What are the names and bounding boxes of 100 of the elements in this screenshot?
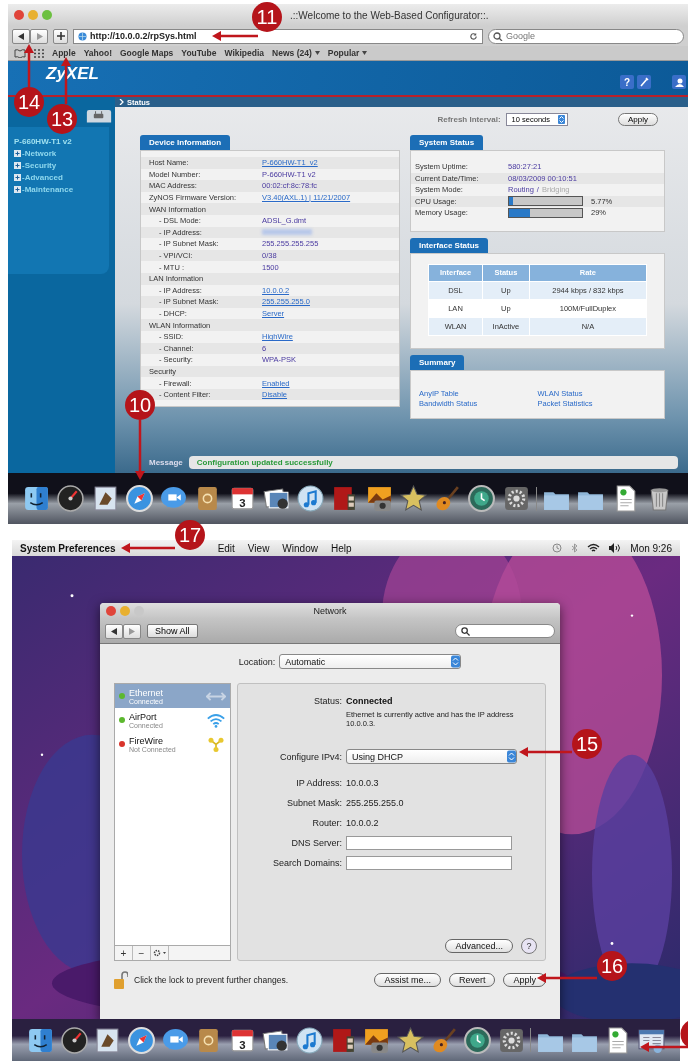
field-label: Search Domains: — [271, 857, 342, 868]
wifi-icon[interactable] — [587, 543, 601, 553]
bookmark-link[interactable]: YouTube — [181, 48, 217, 58]
window-title: .::Welcome to the Web-Based Configurator::. — [290, 9, 489, 21]
configure-dropdown[interactable]: Using DHCP — [346, 749, 517, 765]
star-icon[interactable] — [395, 1025, 425, 1055]
clock-icon[interactable] — [467, 484, 497, 513]
gear-icon — [152, 949, 167, 957]
left-arrow-icon — [17, 32, 25, 40]
reload-icon[interactable] — [469, 31, 478, 41]
field-value: 10.0.0.2 — [346, 817, 379, 828]
back-button[interactable] — [12, 28, 30, 44]
field-label: Configure IPv4: — [278, 751, 342, 762]
music-disc-icon[interactable] — [295, 1025, 324, 1055]
menu-item[interactable]: View — [247, 542, 270, 554]
window-title: Network — [312, 606, 348, 616]
callout-marker: 11 — [252, 2, 282, 32]
callout-arrow — [121, 543, 175, 553]
menu-clock[interactable]: Mon 9:26 — [630, 542, 672, 554]
bookmark-link[interactable]: Apple — [52, 48, 76, 58]
grid-icon[interactable] — [34, 48, 44, 58]
wand-icon[interactable] — [637, 75, 651, 89]
gauge-icon[interactable] — [59, 1025, 89, 1055]
callout-marker: 17 — [175, 520, 205, 550]
field-label: DNS Server: — [290, 837, 342, 848]
plus-icon — [56, 32, 65, 40]
right-arrow-icon — [129, 627, 135, 635]
compass-icon[interactable] — [124, 484, 154, 513]
close-button[interactable] — [14, 10, 24, 20]
menu-item[interactable]: Window — [282, 542, 318, 554]
field-value: 255.255.255.0 — [346, 797, 404, 808]
back-button[interactable] — [105, 623, 123, 639]
expand-icon[interactable] — [14, 186, 21, 193]
wifi-icon — [206, 712, 226, 728]
callout-arrow — [519, 747, 572, 757]
callout-marker — [680, 1021, 688, 1047]
callout-marker: 16 — [597, 951, 627, 981]
bookmark-link[interactable]: Yahoo! — [83, 48, 112, 58]
message-label: Message — [149, 457, 183, 467]
location-dropdown[interactable]: Automatic — [279, 654, 462, 669]
speaker-icon[interactable] — [609, 543, 622, 553]
field-label: Status: — [313, 696, 342, 706]
help-button[interactable]: ? — [620, 75, 634, 89]
connector-icon — [206, 736, 226, 752]
compass-icon[interactable] — [126, 1025, 156, 1055]
chevron-icon — [119, 99, 124, 105]
refresh-label: Refresh Interval: — [437, 114, 501, 124]
input-field[interactable] — [346, 855, 512, 870]
dialog-button[interactable]: Apply — [503, 973, 546, 987]
add-bookmark-button[interactable] — [53, 28, 68, 44]
close-button[interactable] — [106, 606, 116, 616]
callout-arrow — [135, 420, 145, 480]
address-field[interactable]: http://10.0.0.2/rpSys.html — [73, 28, 483, 44]
callout-marker: 10 — [125, 390, 155, 420]
lock-hint: Click the lock to prevent further changes. — [134, 975, 289, 985]
right-arrow-icon — [35, 32, 43, 40]
split-square-icon[interactable] — [22, 484, 51, 513]
help-button[interactable]: ? — [521, 938, 537, 954]
model-name: P-660HW-T1 v2 — [14, 137, 73, 146]
expand-icon[interactable] — [14, 174, 21, 181]
gauge-icon[interactable] — [56, 484, 86, 513]
search-field[interactable]: Google — [488, 28, 684, 44]
field-label: Subnet Mask: — [285, 797, 342, 808]
field-label: Router: — [311, 817, 342, 828]
callout-arrow — [537, 973, 597, 983]
expand-icon[interactable] — [14, 150, 21, 157]
search-field[interactable] — [455, 624, 555, 638]
list-button[interactable]: − — [133, 946, 151, 960]
service-name: AirPort — [129, 711, 158, 722]
padlock-icon[interactable] — [114, 971, 128, 989]
action-menu-button[interactable] — [151, 946, 169, 960]
input-field[interactable] — [346, 835, 512, 850]
callout-marker: 13 — [47, 104, 77, 134]
expand-icon[interactable] — [14, 162, 21, 169]
stepper-icon — [507, 750, 516, 764]
bookmark-link[interactable]: Wikipedia — [224, 48, 265, 58]
menu-item[interactable]: Edit — [217, 542, 235, 554]
field-value: 10.0.0.3 — [346, 777, 379, 788]
list-button[interactable]: + — [115, 946, 133, 960]
person-icon[interactable] — [672, 75, 686, 89]
menu-item[interactable]: Help — [330, 542, 352, 554]
service-name: FireWire — [129, 735, 164, 746]
globe-icon — [78, 31, 87, 41]
show-all-button[interactable]: Show All — [147, 624, 198, 638]
clock-icon[interactable] — [463, 1025, 493, 1055]
bookmark-link[interactable]: News (24) — [272, 48, 320, 58]
callout-marker: 14 — [14, 87, 44, 117]
dialog-button[interactable]: Revert — [448, 973, 496, 987]
advanced-button[interactable]: Advanced... — [445, 939, 513, 953]
apply-button[interactable]: Apply — [618, 112, 658, 126]
book-icon[interactable] — [14, 48, 26, 58]
star-icon[interactable] — [398, 484, 428, 513]
bookmark-link[interactable]: Google Maps — [119, 48, 174, 58]
stepper-icon — [451, 655, 461, 668]
music-disc-icon[interactable] — [296, 484, 325, 513]
search-icon — [461, 626, 470, 636]
callout-arrow — [212, 31, 258, 41]
menu-item[interactable]: System Preferences — [20, 542, 116, 554]
bookmark-link[interactable]: Popular — [327, 48, 368, 58]
dialog-button[interactable]: Assist me... — [374, 973, 441, 987]
